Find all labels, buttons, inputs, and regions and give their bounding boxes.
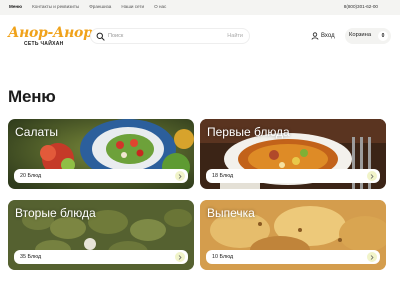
search-input[interactable]: Поиск (108, 33, 123, 39)
category-name: Первые блюда (207, 125, 290, 139)
user-icon (311, 32, 319, 40)
category-count-bar[interactable]: 18 Блюд (206, 169, 380, 183)
category-card-salads[interactable]: Салаты 20 Блюд (8, 119, 194, 189)
category-count: 18 Блюд (212, 173, 234, 179)
login-button[interactable]: Вход (311, 30, 335, 42)
login-label: Вход (321, 33, 335, 39)
arrow-right-icon[interactable] (367, 252, 377, 262)
category-card-first-courses[interactable]: Первые блюда 18 Блюд (200, 119, 386, 189)
category-count: 10 Блюд (212, 254, 234, 260)
logo-tagline: СЕТЬ ЧАЙХАН (24, 41, 64, 47)
search-button[interactable]: Найти (227, 33, 243, 39)
category-name: Салаты (15, 125, 59, 139)
category-count-bar[interactable]: 10 Блюд (206, 250, 380, 264)
category-card-pastry[interactable]: Выпечка 10 Блюд (200, 200, 386, 270)
top-bar: Меню Контакты и реквизиты Франшиза Наши … (0, 0, 400, 15)
page-title: Меню (8, 87, 56, 106)
cart-button[interactable]: Корзина 0 (345, 28, 391, 44)
logo[interactable]: Анор-Анор СЕТЬ ЧАЙХАН (8, 25, 93, 51)
top-nav: Меню Контакты и реквизиты Франшиза Наши … (9, 4, 166, 9)
arrow-right-icon[interactable] (367, 171, 377, 181)
cart-count-badge: 0 (378, 31, 388, 41)
logo-wordmark: Анор-Анор (8, 25, 93, 41)
top-nav-contacts[interactable]: Контакты и реквизиты (32, 4, 79, 9)
phone-link[interactable]: 8(800)301-62-00 (344, 4, 378, 9)
category-count-bar[interactable]: 20 Блюд (14, 169, 188, 183)
search-bar[interactable]: Поиск Найти (90, 28, 250, 44)
arrow-right-icon[interactable] (175, 171, 185, 181)
category-count-bar[interactable]: 35 Блюд (14, 250, 188, 264)
top-nav-menu[interactable]: Меню (9, 4, 22, 9)
search-icon (96, 32, 105, 41)
category-count: 20 Блюд (20, 173, 42, 179)
category-name: Вторые блюда (15, 206, 96, 220)
header: Анор-Анор СЕТЬ ЧАЙХАН Поиск Найти Вход К… (0, 15, 400, 60)
category-name: Выпечка (207, 206, 255, 220)
category-card-second-courses[interactable]: Вторые блюда 35 Блюд (8, 200, 194, 270)
top-nav-our-networks[interactable]: Наши сети (121, 4, 144, 9)
category-count: 35 Блюд (20, 254, 42, 260)
cart-label: Корзина (349, 32, 372, 38)
top-nav-franchise[interactable]: Франшиза (89, 4, 111, 9)
top-nav-about[interactable]: О нас (154, 4, 166, 9)
arrow-right-icon[interactable] (175, 252, 185, 262)
